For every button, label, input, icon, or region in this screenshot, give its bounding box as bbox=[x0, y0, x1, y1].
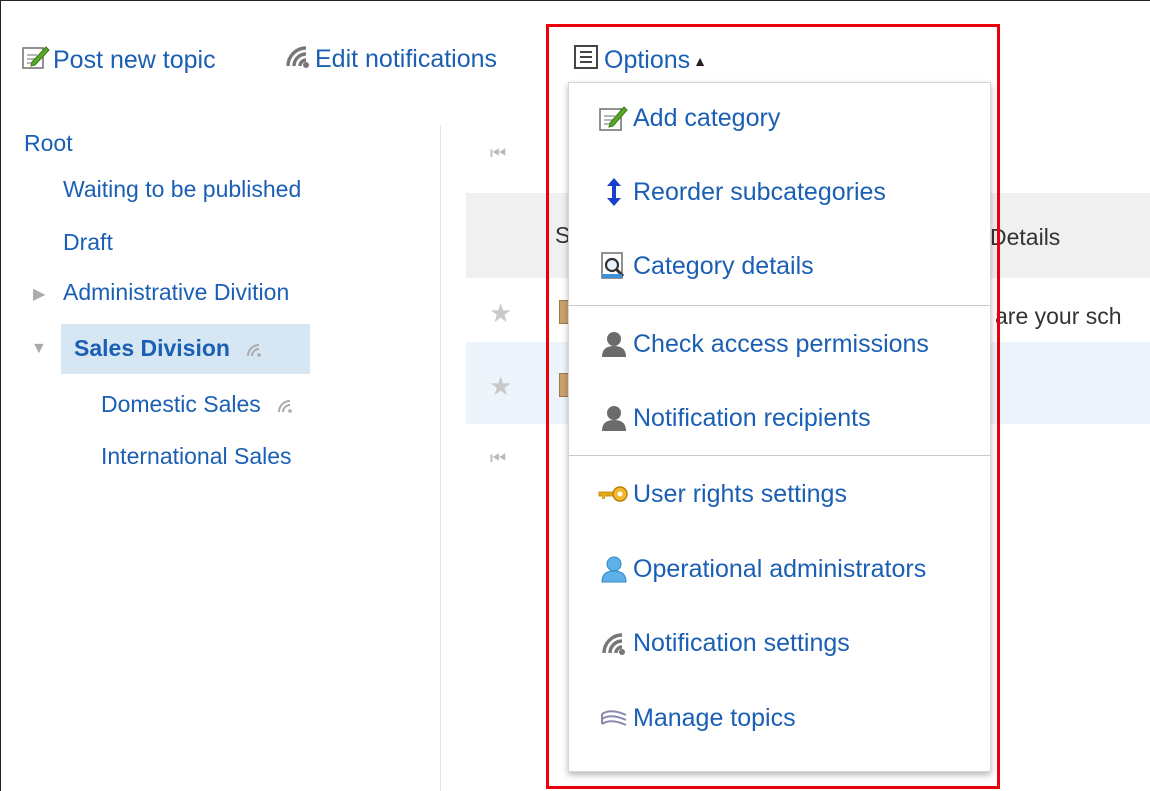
menu-item-category-details[interactable]: Category details bbox=[597, 251, 814, 281]
tree-item-administrative[interactable]: Administrative Divition bbox=[63, 279, 289, 306]
first-page-icon[interactable]: ⏮ bbox=[490, 448, 506, 469]
edit-note-icon bbox=[597, 103, 631, 133]
window-border-top bbox=[0, 0, 1150, 1]
key-icon bbox=[597, 479, 631, 509]
post-new-topic-button[interactable]: Post new topic bbox=[22, 44, 216, 77]
collapse-arrow-icon[interactable]: ▼ bbox=[31, 340, 47, 358]
tree-item-waiting[interactable]: Waiting to be published bbox=[63, 176, 301, 203]
menu-item-label: Add category bbox=[633, 103, 781, 132]
menu-item-check-access-permissions[interactable]: Check access permissions bbox=[597, 329, 929, 359]
rss-icon bbox=[277, 392, 293, 419]
tree-item-sales[interactable]: Sales Division bbox=[74, 335, 262, 363]
menu-item-add-category[interactable]: Add category bbox=[597, 103, 780, 133]
topic-stack-icon bbox=[597, 703, 631, 733]
column-details[interactable]: Details bbox=[990, 224, 1060, 251]
tree-item-sales-label: Sales Division bbox=[74, 335, 230, 361]
caret-up-icon: ▲ bbox=[693, 52, 708, 69]
tree-item-draft[interactable]: Draft bbox=[63, 229, 113, 256]
list-menu-icon bbox=[573, 44, 601, 77]
post-new-topic-label: Post new topic bbox=[53, 46, 216, 74]
rss-icon bbox=[597, 628, 631, 658]
menu-item-label: Operational administrators bbox=[633, 554, 927, 583]
menu-item-label: Category details bbox=[633, 251, 814, 280]
menu-item-notification-settings[interactable]: Notification settings bbox=[597, 628, 850, 658]
menu-divider bbox=[569, 305, 990, 306]
menu-item-reorder-subcategories[interactable]: Reorder subcategories bbox=[597, 177, 886, 207]
menu-item-notification-recipients[interactable]: Notification recipients bbox=[597, 403, 871, 433]
reorder-arrows-icon bbox=[597, 177, 631, 207]
expand-arrow-icon[interactable]: ▶ bbox=[33, 284, 45, 304]
tree-item-domestic-label: Domestic Sales bbox=[101, 391, 261, 417]
edit-note-icon bbox=[22, 44, 50, 77]
user-icon bbox=[597, 329, 631, 359]
menu-item-user-rights-settings[interactable]: User rights settings bbox=[597, 479, 847, 509]
rss-icon bbox=[246, 336, 262, 363]
first-page-icon[interactable]: ⏮ bbox=[490, 143, 506, 164]
rss-icon bbox=[284, 44, 312, 75]
menu-item-label: Check access permissions bbox=[633, 329, 929, 358]
options-label: Options bbox=[604, 46, 691, 74]
edit-notifications-label: Edit notifications bbox=[315, 45, 498, 73]
options-menu-button[interactable]: Options ▲ bbox=[573, 44, 707, 77]
menu-item-label: User rights settings bbox=[633, 479, 847, 508]
menu-item-manage-topics[interactable]: Manage topics bbox=[597, 703, 796, 733]
tree-item-root[interactable]: Root bbox=[24, 130, 73, 157]
tree-item-international[interactable]: International Sales bbox=[101, 443, 292, 470]
menu-item-label: Notification recipients bbox=[633, 403, 871, 432]
tree-item-domestic[interactable]: Domestic Sales bbox=[101, 391, 293, 419]
star-icon[interactable]: ★ bbox=[489, 298, 512, 329]
topic-row-1-text[interactable]: are your sch bbox=[995, 303, 1122, 330]
star-icon[interactable]: ★ bbox=[489, 371, 512, 402]
options-dropdown-menu: Add category Reorder subcategories Categ… bbox=[568, 82, 991, 772]
user-icon bbox=[597, 403, 631, 433]
window-border-left bbox=[0, 0, 1, 791]
menu-item-operational-administrators[interactable]: Operational administrators bbox=[597, 554, 926, 584]
menu-item-label: Notification settings bbox=[633, 628, 850, 657]
magnifier-document-icon bbox=[597, 251, 631, 281]
menu-item-label: Manage topics bbox=[633, 703, 796, 732]
edit-notifications-button[interactable]: Edit notifications bbox=[284, 44, 497, 75]
pane-divider[interactable] bbox=[440, 125, 441, 791]
menu-divider bbox=[569, 455, 990, 456]
menu-item-label: Reorder subcategories bbox=[633, 177, 886, 206]
admin-user-icon bbox=[597, 554, 631, 584]
